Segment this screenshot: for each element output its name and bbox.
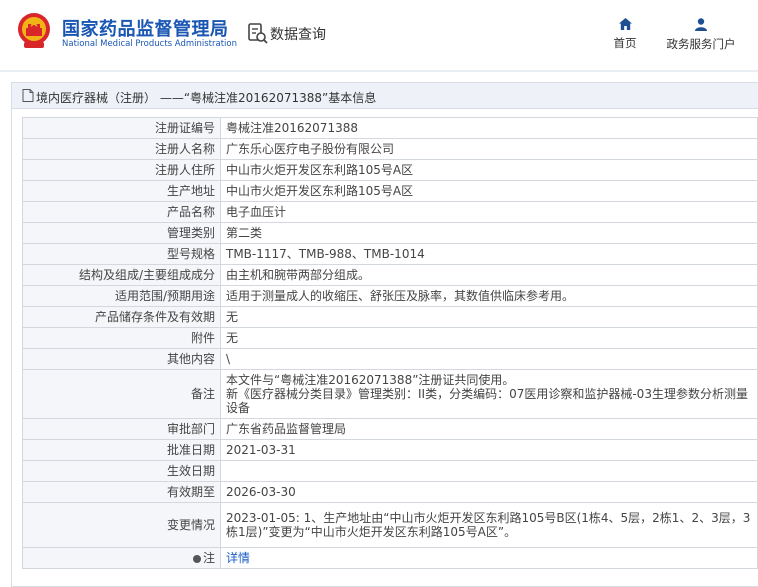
registration-info-table: 注册证编号 粤械注准20162071388 注册人名称 广东乐心医疗电子股份有限… [22, 117, 758, 569]
table-row: 管理类别 第二类 [22, 222, 758, 244]
row-value: 适用于测量成人的收缩压、舒张压及脉率，其数值供临床参考用。 [220, 285, 758, 307]
row-label: 审批部门 [22, 418, 221, 440]
row-value: 粤械注准20162071388 [220, 117, 758, 139]
row-value: 2026-03-30 [220, 481, 758, 503]
header-divider [0, 70, 758, 72]
row-value: \ [220, 348, 758, 370]
details-link[interactable]: 详情 [226, 551, 250, 565]
remarks-value: 本文件与“粤械注准20162071388”注册证共同使用。 新《医疗器械分类目录… [220, 369, 758, 419]
data-query-title[interactable]: 数据查询 [270, 24, 326, 44]
row-value: 电子血压计 [220, 201, 758, 223]
table-row: 产品储存条件及有效期 无 [22, 306, 758, 328]
table-row: 生产地址 中山市火炬开发区东利路105号A区 [22, 180, 758, 202]
row-value: 由主机和腕带两部分组成。 [220, 264, 758, 286]
row-value: 无 [220, 306, 758, 328]
row-value: 无 [220, 327, 758, 349]
table-row: 变更情况 2023-01-05: 1、生产地址由“中山市火炬开发区东利路105号… [22, 502, 758, 548]
row-label: 管理类别 [22, 222, 221, 244]
row-label: 结构及组成/主要组成成分 [22, 264, 221, 286]
row-value: 第二类 [220, 222, 758, 244]
row-label: 变更情况 [22, 502, 221, 548]
row-label: 注册证编号 [22, 117, 221, 139]
nav-home-link[interactable]: 首页 [606, 18, 644, 51]
row-label: 附件 [22, 327, 221, 349]
data-query-icon [248, 23, 268, 44]
table-row: 备注 本文件与“粤械注准20162071388”注册证共同使用。 新《医疗器械分… [22, 369, 758, 419]
table-row: 注册证编号 粤械注准20162071388 [22, 117, 758, 139]
user-icon [695, 18, 707, 31]
agency-name-en[interactable]: National Medical Products Administration [62, 39, 237, 49]
note-label-cell: 注 [22, 547, 221, 569]
detail-panel: 境内医疗器械（注册） ——“粤械注准20162071388”基本信息 注册证编号… [11, 82, 758, 587]
row-value: 2021-03-31 [220, 439, 758, 461]
row-label: 有效期至 [22, 481, 221, 503]
table-row: 型号规格 TMB-1117、TMB-988、TMB-1014 [22, 243, 758, 265]
table-row: 有效期至 2026-03-30 [22, 481, 758, 503]
row-value: 广东乐心医疗电子股份有限公司 [220, 138, 758, 160]
row-label: 其他内容 [22, 348, 221, 370]
home-icon [618, 18, 632, 30]
row-label: 产品储存条件及有效期 [22, 306, 221, 328]
nav-home-label: 首页 [613, 36, 637, 50]
row-label: 型号规格 [22, 243, 221, 265]
row-label: 注 [202, 551, 215, 565]
agency-name-cn[interactable]: 国家药品监督管理局 [62, 15, 229, 41]
panel-title: 境内医疗器械（注册） ——“粤械注准20162071388”基本信息 [36, 91, 377, 105]
row-value: 2023-01-05: 1、生产地址由“中山市火炬开发区东利路105号B区(1栋… [220, 502, 758, 548]
pin-icon [192, 554, 201, 563]
row-value: 中山市火炬开发区东利路105号A区 [220, 180, 758, 202]
remarks-line: 新《医疗器械分类目录》管理类别：II类，分类编码：07医用诊察和监护器械-03生… [226, 387, 748, 415]
nav-service-label: 政务服务门户 [666, 37, 736, 51]
top-header: 国家药品监督管理局 National Medical Products Admi… [0, 0, 758, 70]
row-label: 生产地址 [22, 180, 221, 202]
row-label: 批准日期 [22, 439, 221, 461]
row-value [220, 460, 758, 482]
row-label: 注册人名称 [22, 138, 221, 160]
table-row: 产品名称 电子血压计 [22, 201, 758, 223]
table-row: 审批部门 广东省药品监督管理局 [22, 418, 758, 440]
table-row: 附件 无 [22, 327, 758, 349]
table-row: 注册人名称 广东乐心医疗电子股份有限公司 [22, 138, 758, 160]
table-row: 注册人住所 中山市火炬开发区东利路105号A区 [22, 159, 758, 181]
nav-service-portal-link[interactable]: 政务服务门户 [660, 18, 742, 52]
table-row: 批准日期 2021-03-31 [22, 439, 758, 461]
note-value-cell: 详情 [220, 547, 758, 569]
row-value: 中山市火炬开发区东利路105号A区 [220, 159, 758, 181]
table-row: 其他内容 \ [22, 348, 758, 370]
row-label: 生效日期 [22, 460, 221, 482]
row-value: TMB-1117、TMB-988、TMB-1014 [220, 243, 758, 265]
panel-header: 境内医疗器械（注册） ——“粤械注准20162071388”基本信息 [12, 83, 758, 109]
remarks-line: 本文件与“粤械注准20162071388”注册证共同使用。 [226, 373, 515, 387]
row-label: 备注 [22, 369, 221, 419]
row-label: 产品名称 [22, 201, 221, 223]
row-value: 广东省药品监督管理局 [220, 418, 758, 440]
national-emblem-icon [18, 13, 50, 48]
table-row: 生效日期 [22, 460, 758, 482]
table-row: 适用范围/预期用途 适用于测量成人的收缩压、舒张压及脉率，其数值供临床参考用。 [22, 285, 758, 307]
row-label: 注册人住所 [22, 159, 221, 181]
row-label: 适用范围/预期用途 [22, 285, 221, 307]
table-row: 结构及组成/主要组成成分 由主机和腕带两部分组成。 [22, 264, 758, 286]
document-icon [22, 89, 34, 102]
table-row: 注 详情 [22, 547, 758, 569]
